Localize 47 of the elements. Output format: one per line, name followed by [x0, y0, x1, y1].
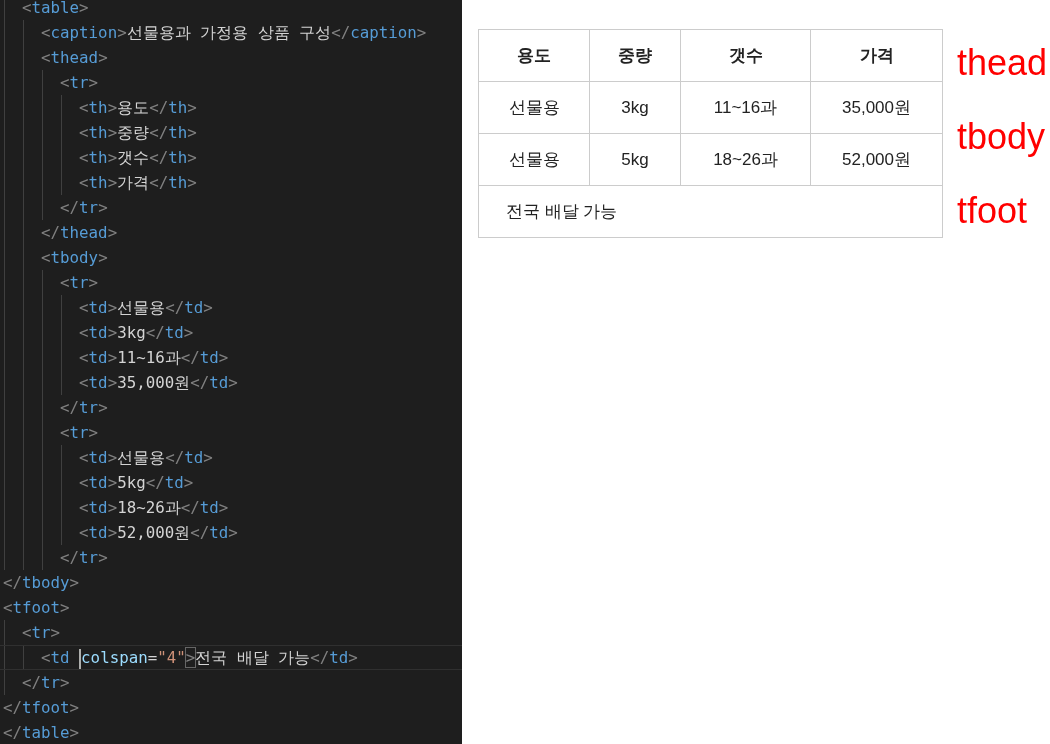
code-line: <tbody> [0, 245, 462, 270]
code-line: <td>3kg</td> [0, 320, 462, 345]
table-cell: 11~16과 [680, 81, 811, 134]
code-line: <th>가격</th> [0, 170, 462, 195]
code-line: </tr> [0, 670, 462, 695]
code-line: <tr> [0, 620, 462, 645]
code-line: <tr> [0, 270, 462, 295]
code-line: <th>중량</th> [0, 120, 462, 145]
code-line: </tr> [0, 395, 462, 420]
code-line: <td>18~26과</td> [0, 495, 462, 520]
table-cell: 3kg [589, 81, 681, 134]
footer-cell: 전국 배달 가능 [478, 185, 943, 238]
header-cell: 중량 [589, 29, 681, 82]
section-label: thead [957, 41, 1048, 85]
code-line: <tr> [0, 70, 462, 95]
code-line: </tr> [0, 545, 462, 570]
code-line: <td>5kg</td> [0, 470, 462, 495]
table-cell: 5kg [589, 133, 681, 186]
section-label: tbody [957, 115, 1047, 159]
code-line: <th>갯수</th> [0, 145, 462, 170]
table-cell: 18~26과 [680, 133, 811, 186]
code-line: <table> [0, 0, 462, 20]
header-cell: 가격 [810, 29, 943, 82]
code-line: <th>용도</th> [0, 95, 462, 120]
code-line: </tr> [0, 195, 462, 220]
code-line: <td>52,000원</td> [0, 520, 462, 545]
code-line: <tr> [0, 420, 462, 445]
code-line: <thead> [0, 45, 462, 70]
code-line: <td>35,000원</td> [0, 370, 462, 395]
section-label: tfoot [957, 189, 1029, 233]
code-line: <td colspan="4">전국 배달 가능</td> [0, 645, 462, 670]
table-cell: 선물용 [478, 81, 590, 134]
code-line: <tfoot> [2, 597, 71, 619]
header-cell: 용도 [478, 29, 590, 82]
table-cell: 52,000원 [810, 133, 943, 186]
code-line: <td>선물용</td> [0, 445, 462, 470]
code-line: </tbody> [2, 572, 81, 594]
code-line: <caption>선물용과 가정용 상품 구성</caption> [0, 20, 462, 45]
code-line: </table> [2, 722, 81, 744]
code-line: <td>11~16과</td> [0, 345, 462, 370]
header-cell: 갯수 [680, 29, 811, 82]
table-cell: 선물용 [478, 133, 590, 186]
code-line: <td>선물용</td> [0, 295, 462, 320]
code-line: </thead> [0, 220, 462, 245]
code-line: </tfoot> [2, 697, 81, 719]
table-cell: 35,000원 [810, 81, 943, 134]
code-editor[interactable] [0, 0, 462, 744]
